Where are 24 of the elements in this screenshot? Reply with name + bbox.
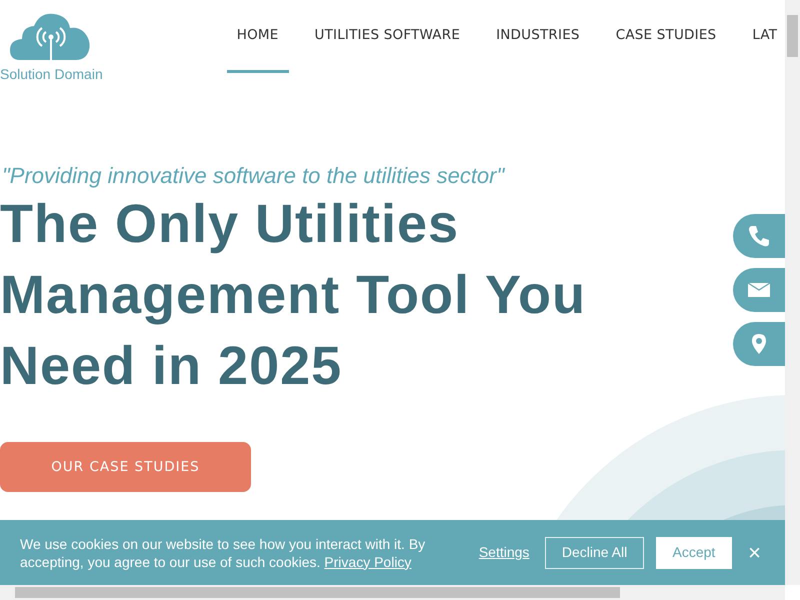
vertical-scrollbar[interactable] [785, 0, 800, 585]
nav-link[interactable]: CASE STUDIES [606, 0, 726, 73]
nav-link[interactable]: INDUSTRIES [486, 0, 590, 73]
decline-all-button[interactable]: Decline All [545, 536, 644, 568]
accept-button[interactable]: Accept [656, 536, 732, 568]
hero-heading-line: The Only Utilities [0, 193, 460, 256]
logo-text: Solution Domain [0, 66, 103, 82]
nav-link[interactable]: UTILITIES SOFTWARE [304, 0, 470, 73]
tagline: "Providing innovative software to the utilities sector" [2, 163, 506, 189]
privacy-policy-link[interactable]: Privacy Policy [324, 554, 412, 570]
hero-heading-line: Management Tool You [0, 264, 586, 327]
nav-link[interactable]: LAT [742, 0, 785, 73]
cloud-logo-icon [10, 12, 92, 62]
hero-heading-line: Need in 2025 [0, 335, 342, 398]
contact-email-button[interactable] [733, 268, 785, 312]
cookie-message: We use cookies on our website to see how you interact with it. By accepting, you agree to our use of such cookies. Privacy Policy [20, 534, 426, 570]
close-button[interactable]: × [744, 542, 765, 564]
nav-link[interactable]: HOME [226, 0, 288, 73]
horizontal-scrollbar[interactable] [0, 585, 785, 600]
case-studies-button[interactable]: OUR CASE STUDIES [0, 442, 251, 492]
contact-phone-button[interactable] [733, 214, 785, 258]
contact-location-button[interactable] [733, 322, 785, 366]
phone-icon [747, 224, 771, 248]
settings-link[interactable]: Settings [478, 542, 530, 563]
